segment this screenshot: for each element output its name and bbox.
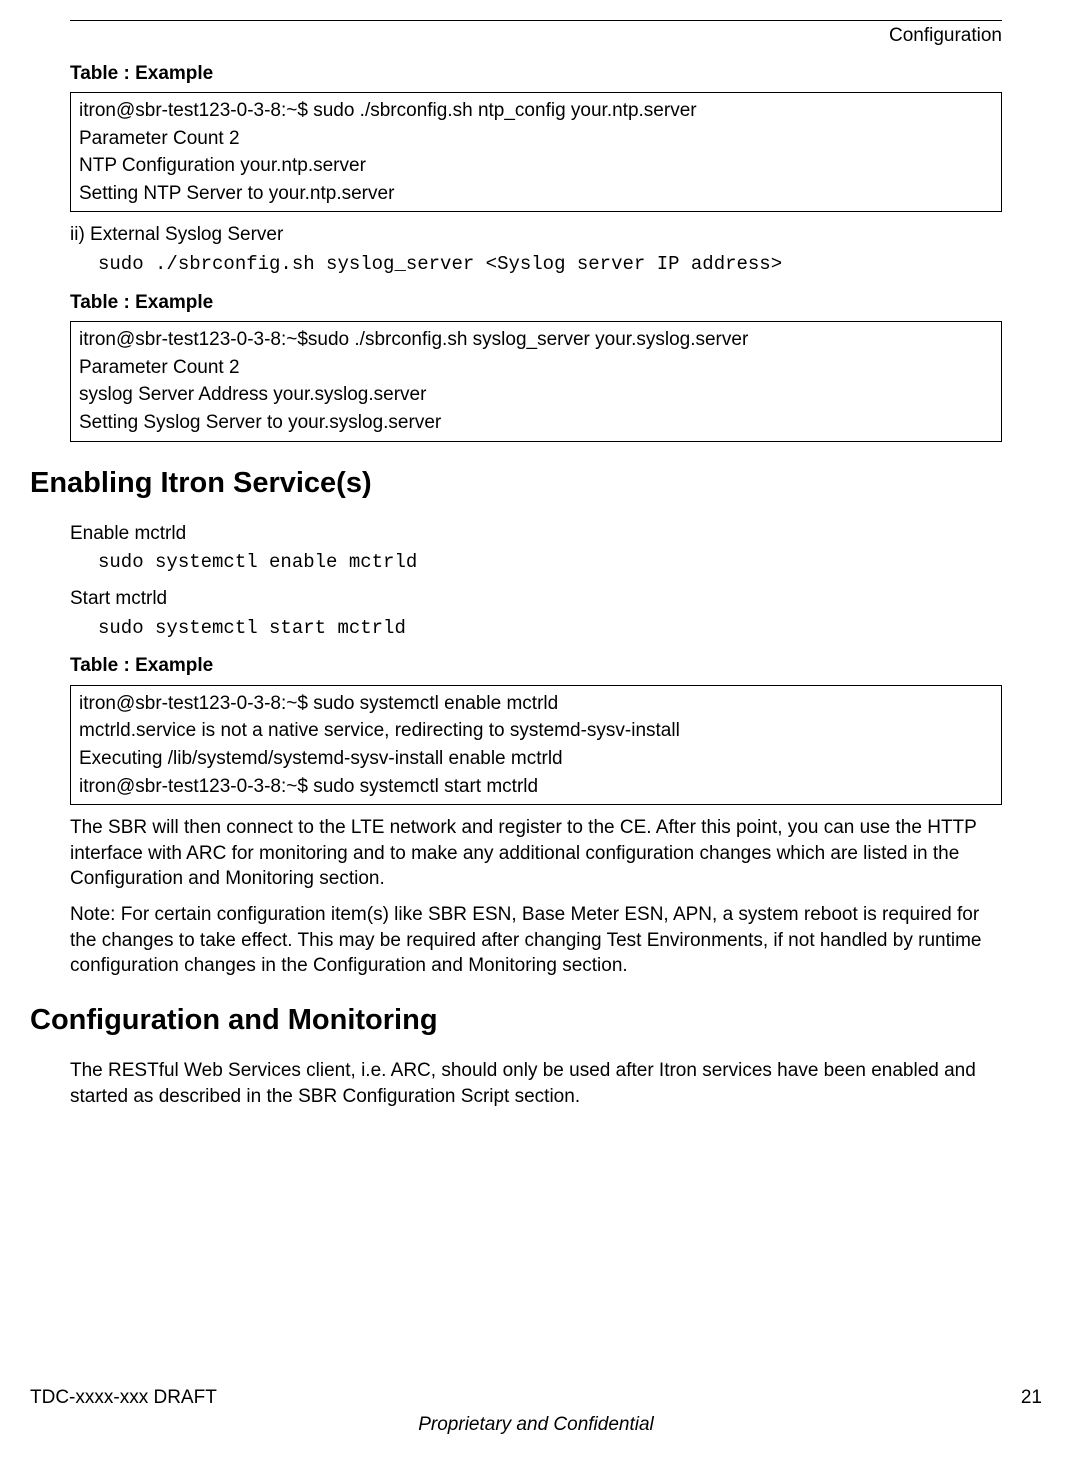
table3-label: Table : Example	[70, 653, 1002, 679]
paragraph-sbr-connect: The SBR will then connect to the LTE net…	[70, 815, 1002, 892]
table2-line4: Setting Syslog Server to your.syslog.ser…	[79, 409, 993, 437]
start-label: Start mctrld	[70, 586, 1002, 612]
syslog-cmd: sudo ./sbrconfig.sh syslog_server <Syslo…	[70, 252, 1002, 278]
table1-label: Table : Example	[70, 61, 1002, 87]
header-section: Configuration	[70, 23, 1002, 49]
syslog-label: ii) External Syslog Server	[70, 222, 1002, 248]
heading-config-monitoring: Configuration and Monitoring	[30, 1001, 1002, 1040]
paragraph-note: Note: For certain configuration item(s) …	[70, 902, 1002, 979]
table3-line3: Executing /lib/systemd/systemd-sysv-inst…	[79, 745, 993, 773]
paragraph-restful: The RESTful Web Services client, i.e. AR…	[70, 1058, 1002, 1109]
table2-box: itron@sbr-test123-0-3-8:~$sudo ./sbrconf…	[70, 321, 1002, 441]
footer-confidential: Proprietary and Confidential	[30, 1412, 1042, 1438]
table2-line3: syslog Server Address your.syslog.server	[79, 381, 993, 409]
heading-enabling-services: Enabling Itron Service(s)	[30, 464, 1002, 503]
enable-cmd: sudo systemctl enable mctrld	[70, 550, 1002, 576]
start-cmd: sudo systemctl start mctrld	[70, 616, 1002, 642]
table1-line1: itron@sbr-test123-0-3-8:~$ sudo ./sbrcon…	[79, 97, 993, 125]
table3-line2: mctrld.service is not a native service, …	[79, 717, 993, 745]
table2-line1: itron@sbr-test123-0-3-8:~$sudo ./sbrconf…	[79, 326, 993, 354]
table3-box: itron@sbr-test123-0-3-8:~$ sudo systemct…	[70, 685, 1002, 805]
footer-page-number: 21	[1021, 1385, 1042, 1411]
table1-line4: Setting NTP Server to your.ntp.server	[79, 180, 993, 208]
table1-box: itron@sbr-test123-0-3-8:~$ sudo ./sbrcon…	[70, 92, 1002, 212]
enable-label: Enable mctrld	[70, 521, 1002, 547]
table2-label: Table : Example	[70, 290, 1002, 316]
table3-line4: itron@sbr-test123-0-3-8:~$ sudo systemct…	[79, 773, 993, 801]
table3-line1: itron@sbr-test123-0-3-8:~$ sudo systemct…	[79, 690, 993, 718]
footer-left: TDC-xxxx-xxx DRAFT	[30, 1385, 217, 1411]
header-rule	[70, 20, 1002, 21]
table1-line3: NTP Configuration your.ntp.server	[79, 152, 993, 180]
footer: TDC-xxxx-xxx DRAFT 21 Proprietary and Co…	[30, 1385, 1042, 1438]
table2-line2: Parameter Count 2	[79, 354, 993, 382]
table1-line2: Parameter Count 2	[79, 125, 993, 153]
